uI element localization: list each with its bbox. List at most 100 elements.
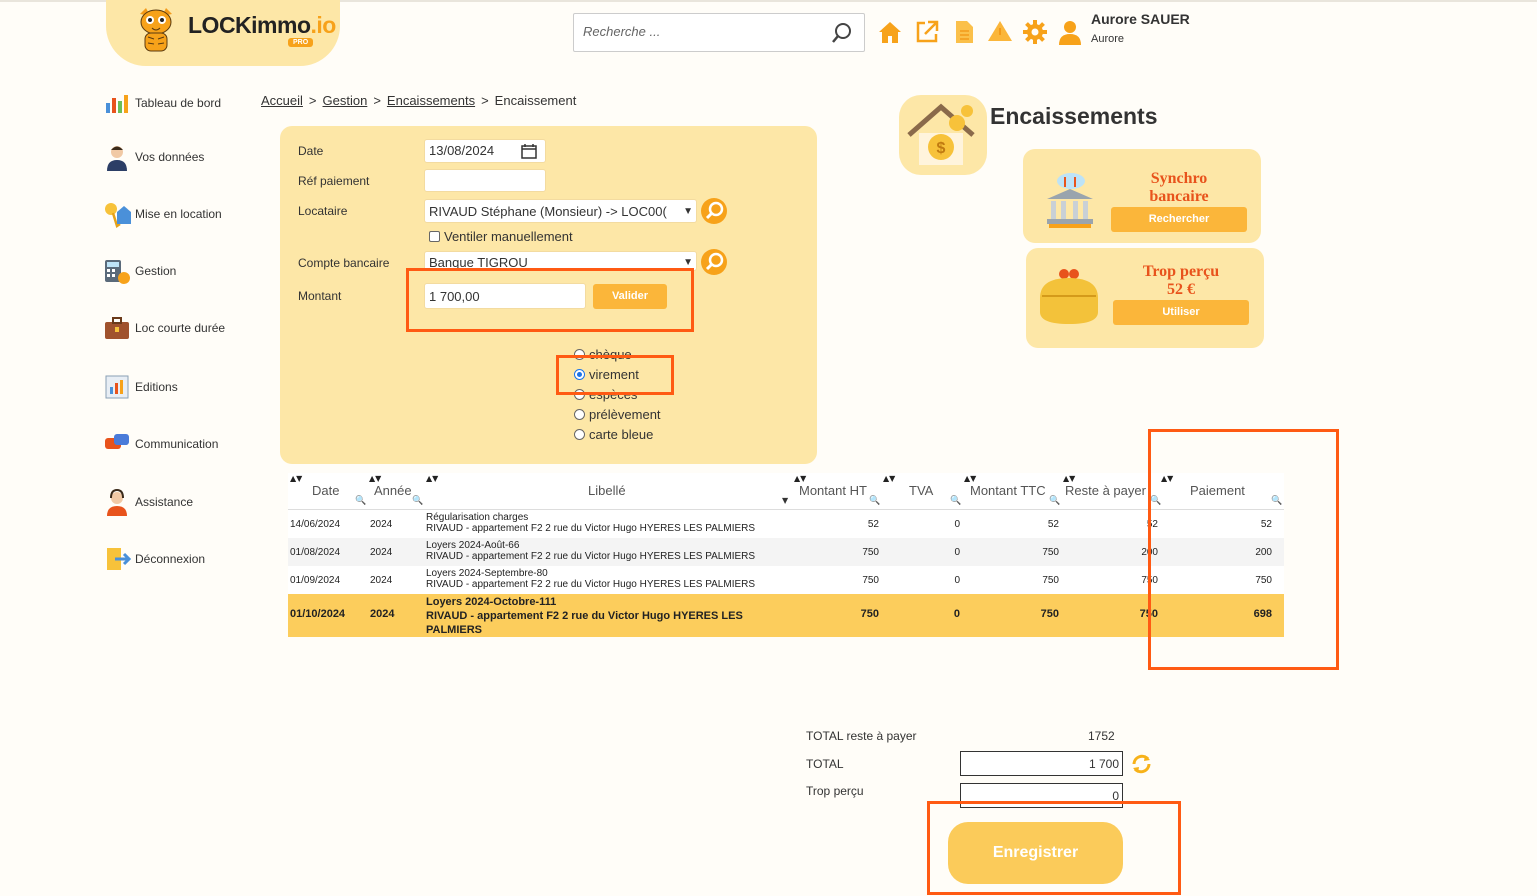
sidebar-item-assistance[interactable]: Assistance — [103, 488, 193, 516]
cell-libelle: Loyers 2024-Octobre-111 RIVAUD - appartem… — [426, 596, 743, 636]
calculator-icon — [105, 260, 130, 284]
date-field[interactable]: 13/08/2024 — [424, 139, 546, 163]
cell-date: 01/09/2024 — [290, 575, 341, 586]
col-montant-ht[interactable]: Montant HT — [799, 483, 867, 498]
table-row[interactable]: 14/06/2024 2024 Régularisation charges RI… — [288, 510, 1284, 538]
ref-paiement-label: Réf paiement — [298, 174, 370, 188]
total-input[interactable]: 1 700 — [960, 751, 1123, 776]
cell-annee: 2024 — [370, 519, 393, 530]
col-montant-ttc[interactable]: Montant TTC — [970, 483, 1046, 498]
col-date[interactable]: Date — [312, 483, 339, 498]
utiliser-button[interactable]: Utiliser — [1113, 300, 1249, 325]
sidebar-item-vos-donnees[interactable]: Vos données — [103, 143, 204, 171]
filter-search-icon[interactable]: 🔍 — [950, 496, 961, 506]
table-row[interactable]: 01/09/2024 2024 Loyers 2024-Septembre-80… — [288, 566, 1284, 594]
locataire-select[interactable]: RIVAUD Stéphane (Monsieur) -> LOC00( ▼ — [424, 199, 697, 223]
cell-montant-ttc: 750 — [1042, 547, 1059, 558]
headset-icon — [107, 488, 127, 516]
radio-button[interactable] — [574, 428, 585, 440]
cell-annee: 2024 — [370, 575, 393, 586]
compte-search-icon[interactable] — [700, 248, 728, 276]
paiement-highlight-box — [1148, 429, 1339, 670]
sidebar-item-tableau-de-bord[interactable]: Tableau de bord — [103, 89, 221, 117]
synchro-title: Synchro bancaire — [1149, 170, 1209, 205]
sidebar-item-label: Loc courte durée — [135, 321, 226, 335]
sort-icon[interactable]: ▲▼ — [426, 474, 438, 483]
sort-icon[interactable]: ▲▼ — [964, 474, 976, 483]
external-link-icon[interactable] — [914, 19, 940, 45]
suitcase-icon — [105, 317, 129, 339]
cell-tva: 0 — [954, 519, 960, 530]
locataire-search-icon[interactable] — [700, 197, 728, 225]
radio-carte-bleue[interactable]: carte bleue — [574, 425, 653, 443]
breadcrumb-current: Encaissement — [494, 93, 577, 108]
cell-date: 01/10/2024 — [290, 608, 346, 620]
filter-search-icon[interactable]: 🔍 — [869, 496, 880, 506]
enregistrer-highlight-box — [927, 801, 1181, 895]
ref-paiement-field[interactable] — [424, 169, 546, 192]
sidebar-item-label: Déconnexion — [135, 552, 206, 566]
sort-icon[interactable]: ▲▼ — [883, 474, 895, 483]
breadcrumb-accueil[interactable]: Accueil — [261, 93, 303, 108]
table-row[interactable]: 01/08/2024 2024 Loyers 2024-Août-66 RIVAU… — [288, 538, 1284, 566]
sidebar-item-label: Mise en location — [135, 207, 222, 221]
sidebar-item-editions[interactable]: Editions — [103, 373, 178, 401]
cell-tva: 0 — [954, 575, 960, 586]
document-icon[interactable] — [951, 19, 977, 45]
filter-funnel-icon[interactable]: ▼ — [782, 496, 788, 505]
search-box[interactable] — [573, 13, 865, 52]
sort-icon[interactable]: ▲▼ — [290, 474, 302, 483]
home-icon[interactable] — [877, 19, 903, 45]
col-reste-a-payer[interactable]: Reste à payer — [1065, 483, 1151, 498]
chevron-down-icon: ▼ — [683, 206, 693, 217]
sort-icon[interactable]: ▲▼ — [794, 474, 806, 483]
calendar-icon[interactable] — [521, 143, 537, 159]
filter-search-icon[interactable]: 🔍 — [355, 496, 366, 506]
breadcrumb: Accueil > Gestion > Encaissements > Encaisseme… — [261, 93, 577, 108]
compte-bancaire-label: Compte bancaire — [298, 256, 390, 270]
pro-badge: PRO — [288, 38, 314, 47]
app-logo[interactable]: LOCKimmo.io PRO — [106, 0, 340, 66]
breadcrumb-gestion[interactable]: Gestion — [323, 93, 368, 108]
ventiler-checkbox[interactable] — [429, 231, 440, 242]
filter-search-icon[interactable]: 🔍 — [412, 496, 423, 506]
col-tva[interactable]: TVA — [909, 483, 933, 498]
sidebar-item-mise-en-location[interactable]: Mise en location — [103, 200, 222, 228]
cell-montant-ht: 750 — [862, 575, 879, 586]
search-icon[interactable] — [830, 21, 854, 45]
filter-search-icon[interactable]: 🔍 — [1049, 496, 1060, 506]
table-row-selected[interactable]: 01/10/2024 2024 Loyers 2024-Octobre-111 R… — [288, 594, 1284, 637]
sidebar-item-gestion[interactable]: Gestion — [103, 257, 176, 285]
user-name[interactable]: Aurore SAUER — [1091, 11, 1190, 27]
sort-icon[interactable]: ▲▼ — [369, 474, 381, 483]
cell-annee: 2024 — [370, 547, 393, 558]
radio-button[interactable] — [574, 408, 585, 420]
sidebar-item-label: Communication — [135, 437, 219, 451]
report-icon — [105, 375, 129, 399]
sort-icon[interactable]: ▲▼ — [1063, 474, 1075, 483]
sidebar-item-label: Vos données — [135, 150, 205, 164]
cell-annee: 2024 — [370, 608, 395, 620]
sidebar-item-deconnexion[interactable]: Déconnexion — [103, 545, 205, 573]
search-input[interactable] — [574, 14, 823, 49]
gear-icon[interactable] — [1022, 19, 1048, 45]
col-annee[interactable]: Année — [374, 483, 412, 498]
person-icon — [107, 146, 127, 171]
col-libelle[interactable]: Libellé — [588, 483, 626, 498]
brand-name: LOCKimmo.io — [188, 12, 336, 38]
ventiler-checkbox-row[interactable]: Ventiler manuellement — [429, 229, 573, 244]
alert-icon[interactable] — [987, 19, 1013, 45]
user-login: Aurore — [1091, 33, 1125, 45]
synchro-bancaire-card: Synchro bancaire Rechercher — [1023, 149, 1261, 243]
refresh-icon[interactable] — [1129, 752, 1154, 776]
sidebar-item-loc-courte-duree[interactable]: Loc courte durée — [103, 314, 225, 342]
locataire-label: Locataire — [298, 204, 348, 218]
cell-tva: 0 — [953, 608, 960, 620]
sidebar-item-communication[interactable]: Communication — [103, 430, 218, 458]
total-reste-label: TOTAL reste à payer — [806, 729, 917, 743]
user-icon[interactable] — [1057, 19, 1083, 45]
radio-prelevement[interactable]: prélèvement — [574, 405, 661, 423]
rechercher-button[interactable]: Rechercher — [1111, 207, 1247, 232]
breadcrumb-encaissements[interactable]: Encaissements — [387, 93, 475, 108]
montant-label: Montant — [298, 289, 342, 303]
